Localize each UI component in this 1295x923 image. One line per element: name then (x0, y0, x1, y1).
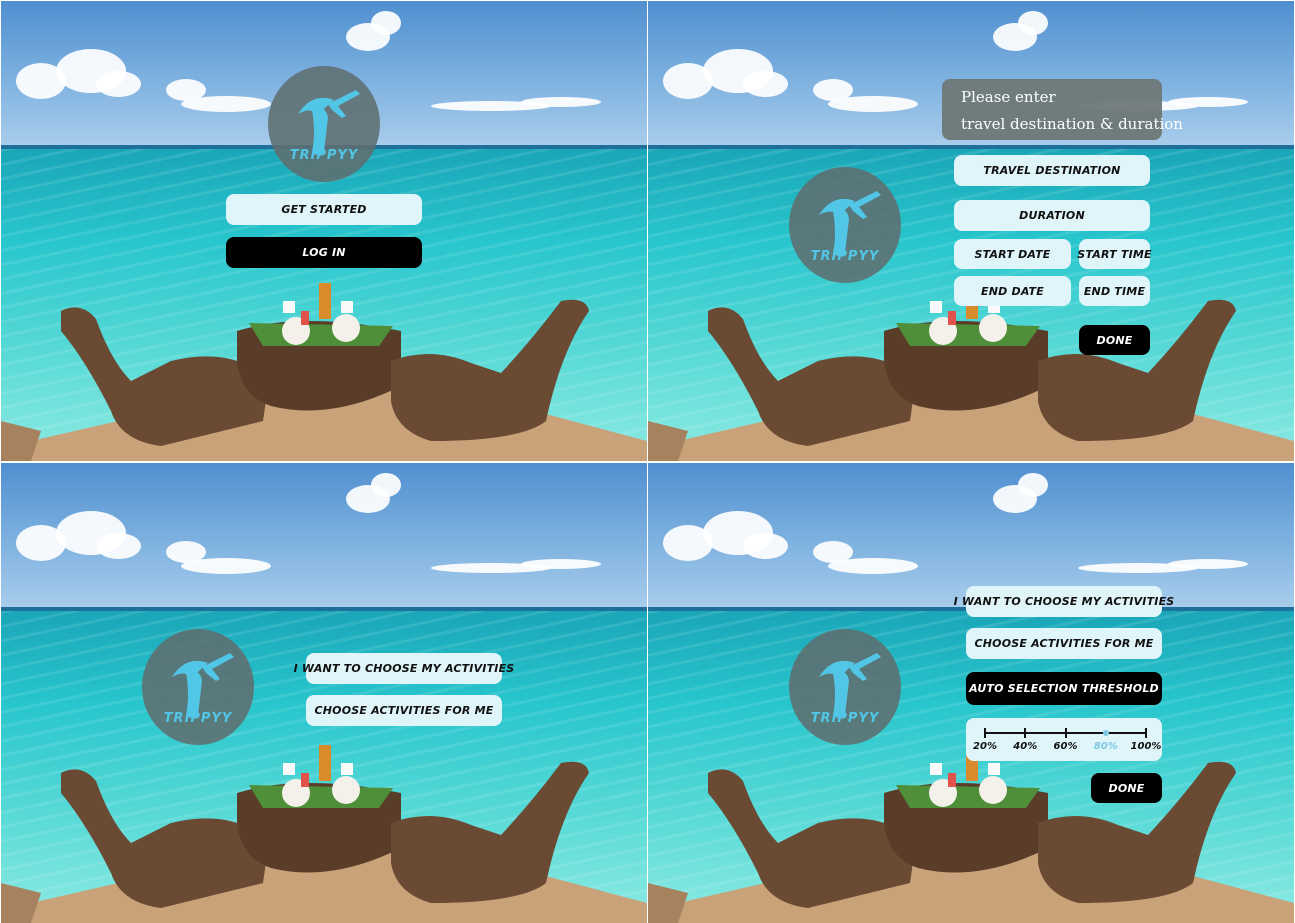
slider-tick-label: 40% (1013, 741, 1038, 752)
slider-tick[interactable] (1145, 728, 1147, 738)
choose-activities-for-me-button[interactable]: CHOOSE ACTIVITIES FOR ME (966, 628, 1162, 659)
logo-airplane (849, 653, 881, 681)
juice-jug (319, 283, 331, 319)
logo-airplane (849, 191, 881, 219)
slider-tick-label: 60% (1053, 741, 1078, 752)
app-logo: TRIPPYY (142, 629, 254, 745)
end-time-field[interactable]: END TIME (1079, 276, 1150, 306)
slider-tick-label: 100% (1130, 741, 1162, 752)
deck-furniture (648, 283, 1294, 461)
log-in-button[interactable]: LOG IN (226, 237, 422, 268)
screen-welcome: TRIPPYY GET STARTED LOG IN (1, 1, 647, 461)
plate (332, 776, 360, 804)
start-date-field[interactable]: START DATE (954, 239, 1071, 269)
table-mat (249, 323, 393, 346)
beach-background (648, 1, 1294, 461)
juice-jug (319, 745, 331, 781)
airplane-icon (172, 653, 234, 718)
slider-tick-label: 80% (1093, 741, 1118, 752)
table-mat (249, 785, 393, 808)
slider-tick-label: 20% (973, 741, 997, 752)
wicker-chair-left (708, 769, 916, 908)
app-logo: TRIPPYY (789, 629, 901, 745)
deck-furniture (1, 745, 647, 923)
done-button[interactable]: DONE (1091, 773, 1162, 803)
get-started-button[interactable]: GET STARTED (226, 194, 422, 225)
plate (332, 314, 360, 342)
logo-text: TRIPPYY (163, 711, 233, 726)
wicker-chair-left (61, 769, 269, 908)
choose-activities-for-me-button[interactable]: CHOOSE ACTIVITIES FOR ME (306, 695, 502, 726)
screen-activity-mode: TRIPPYY I WANT TO CHOOSE MY ACTIVITIES C… (1, 463, 647, 923)
beach-background (1, 463, 647, 923)
glass (301, 311, 309, 325)
table-mat (896, 785, 1040, 808)
slider-tick[interactable] (1064, 728, 1067, 738)
logo-text: TRIPPYY (810, 711, 880, 726)
airplane-icon (298, 90, 360, 155)
choose-my-activities-button[interactable]: I WANT TO CHOOSE MY ACTIVITIES (954, 586, 1174, 617)
done-button[interactable]: DONE (1079, 325, 1150, 355)
travel-destination-field[interactable]: TRAVEL DESTINATION (954, 155, 1150, 186)
cup (283, 301, 295, 313)
cup (930, 763, 942, 775)
screen-auto-threshold: TRIPPYY I WANT TO CHOOSE MY ACTIVITIES C… (648, 463, 1294, 923)
start-time-field[interactable]: START TIME (1077, 239, 1152, 269)
table-mat (896, 323, 1040, 346)
duration-field[interactable]: DURATION (954, 200, 1150, 231)
slider-tick[interactable] (1024, 728, 1027, 738)
glass (301, 773, 309, 787)
screen-trip-details: TRIPPYY Please enter travel destination … (648, 1, 1294, 461)
glass (948, 773, 956, 787)
auto-selection-threshold-button[interactable]: AUTO SELECTION THRESHOLD (966, 672, 1162, 705)
airplane-icon (819, 653, 881, 718)
plate (979, 314, 1007, 342)
plate (979, 776, 1007, 804)
instruction-line-2: travel destination & duration (961, 115, 1183, 133)
logo-text: TRIPPYY (810, 249, 880, 264)
cup (341, 301, 353, 313)
app-logo: TRIPPYY (268, 66, 380, 182)
wicker-chair-left (708, 307, 916, 446)
cup (283, 763, 295, 775)
instruction-line-1: Please enter (961, 88, 1056, 106)
app-logo: TRIPPYY (789, 167, 901, 283)
cup (988, 763, 1000, 775)
slider-tick[interactable] (984, 728, 986, 738)
logo-text: TRIPPYY (289, 148, 359, 163)
instruction-banner: Please enter travel destination & durati… (942, 79, 1183, 140)
wicker-chair-left (61, 307, 269, 446)
end-date-field[interactable]: END DATE (954, 276, 1071, 306)
glass (948, 311, 956, 325)
choose-my-activities-button[interactable]: I WANT TO CHOOSE MY ACTIVITIES (294, 653, 514, 684)
slider-tick[interactable] (1102, 730, 1109, 736)
cup (341, 763, 353, 775)
logo-airplane (328, 90, 360, 118)
cup (930, 301, 942, 313)
logo-airplane (202, 653, 234, 681)
airplane-icon (819, 191, 881, 256)
threshold-slider[interactable]: 20% 40% 60% 80% 100% (966, 718, 1162, 761)
